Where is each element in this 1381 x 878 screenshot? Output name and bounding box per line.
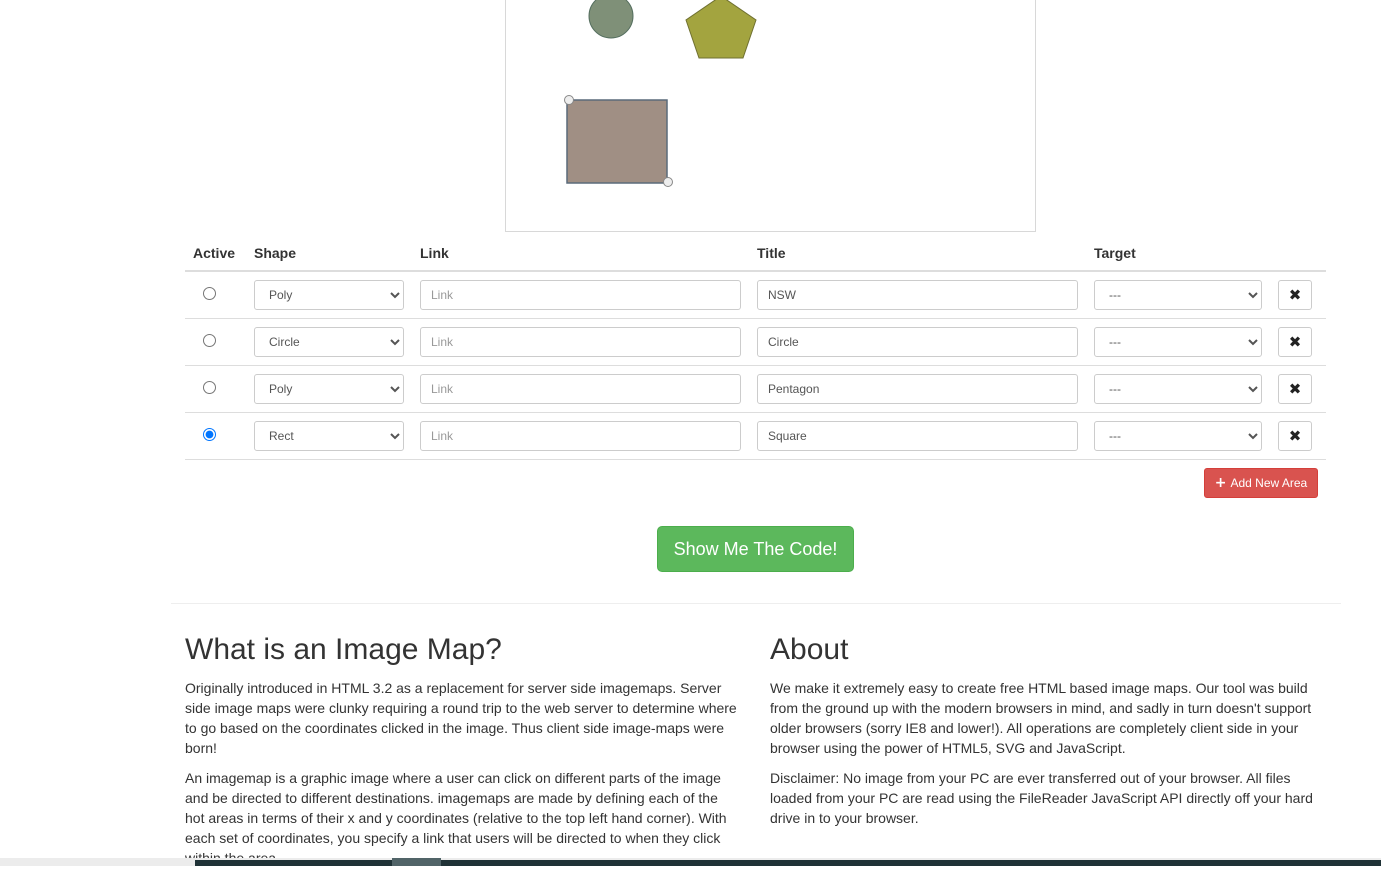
- title-input[interactable]: [757, 280, 1078, 310]
- image-map-canvas[interactable]: [505, 0, 1036, 232]
- shape-cell: RectCirclePoly: [246, 271, 412, 319]
- about-heading: About: [770, 633, 849, 666]
- link-cell: [412, 271, 749, 319]
- shape-select[interactable]: RectCirclePoly: [254, 421, 404, 451]
- link-cell: [412, 412, 749, 460]
- table-row: RectCirclePoly --- ✖: [185, 412, 1326, 460]
- delete-area-button[interactable]: ✖: [1278, 421, 1312, 451]
- title-cell: [749, 365, 1086, 413]
- active-radio[interactable]: [203, 287, 216, 300]
- what-is-image-map-paragraph-1: Originally introduced in HTML 3.2 as a r…: [185, 680, 737, 756]
- show-code-button[interactable]: Show Me The Code!: [657, 526, 854, 572]
- title-input[interactable]: [757, 374, 1078, 404]
- active-cell: [185, 318, 246, 366]
- target-cell: ---: [1086, 318, 1270, 366]
- header-target: Target: [1086, 236, 1270, 272]
- link-input[interactable]: [420, 327, 741, 357]
- header-delete: [1270, 236, 1326, 272]
- link-cell: [412, 365, 749, 413]
- table-row: RectCirclePoly --- ✖: [185, 365, 1326, 413]
- shape-select[interactable]: RectCirclePoly: [254, 327, 404, 357]
- what-is-image-map-paragraph-2: An imagemap is a graphic image where a u…: [185, 770, 727, 866]
- target-select[interactable]: ---: [1094, 327, 1262, 357]
- link-input[interactable]: [420, 421, 741, 451]
- section-divider: [171, 603, 1341, 604]
- shape-cell: RectCirclePoly: [246, 365, 412, 413]
- link-cell: [412, 318, 749, 366]
- what-is-image-map-section: What is an Image Map? Originally introdu…: [185, 632, 740, 878]
- target-cell: ---: [1086, 271, 1270, 319]
- link-input[interactable]: [420, 374, 741, 404]
- what-is-image-map-heading: What is an Image Map?: [185, 633, 502, 666]
- table-row: RectCirclePoly --- ✖: [185, 271, 1326, 319]
- pentagon-area-shape[interactable]: [685, 0, 757, 59]
- delete-area-button[interactable]: ✖: [1278, 327, 1312, 357]
- delete-cell: ✖: [1270, 271, 1326, 319]
- rect-area-shape[interactable]: [566, 99, 668, 184]
- active-cell: [185, 365, 246, 413]
- shape-select[interactable]: RectCirclePoly: [254, 280, 404, 310]
- circle-area-shape[interactable]: [588, 0, 634, 39]
- target-cell: ---: [1086, 365, 1270, 413]
- table-row: RectCirclePoly --- ✖: [185, 318, 1326, 366]
- title-cell: [749, 318, 1086, 366]
- shape-select[interactable]: RectCirclePoly: [254, 374, 404, 404]
- header-title: Title: [749, 236, 1086, 272]
- active-radio[interactable]: [203, 428, 216, 441]
- add-new-area-button[interactable]: + Add New Area: [1204, 468, 1318, 498]
- active-radio[interactable]: [203, 381, 216, 394]
- areas-table: Active Shape Link Title Target RectCircl…: [185, 236, 1326, 460]
- times-icon: ✖: [1288, 333, 1302, 351]
- active-radio[interactable]: [203, 334, 216, 347]
- active-cell: [185, 412, 246, 460]
- header-shape: Shape: [246, 236, 412, 272]
- delete-cell: ✖: [1270, 412, 1326, 460]
- header-active: Active: [185, 236, 246, 272]
- target-cell: ---: [1086, 412, 1270, 460]
- delete-cell: ✖: [1270, 318, 1326, 366]
- about-paragraph-1: We make it extremely easy to create free…: [770, 680, 1312, 756]
- shapes-layer[interactable]: [506, 0, 1037, 232]
- taskbar-strip: [195, 860, 1381, 866]
- table-header-row: Active Shape Link Title Target: [185, 236, 1326, 272]
- times-icon: ✖: [1288, 286, 1302, 304]
- header-link: Link: [412, 236, 749, 272]
- target-select[interactable]: ---: [1094, 421, 1262, 451]
- rect-resize-handle-bottom-right[interactable]: [663, 177, 673, 187]
- about-paragraph-2: Disclaimer: No image from your PC are ev…: [770, 770, 1313, 826]
- times-icon: ✖: [1288, 380, 1302, 398]
- link-input[interactable]: [420, 280, 741, 310]
- shape-cell: RectCirclePoly: [246, 412, 412, 460]
- target-select[interactable]: ---: [1094, 374, 1262, 404]
- shape-cell: RectCirclePoly: [246, 318, 412, 366]
- title-input[interactable]: [757, 327, 1078, 357]
- rect-resize-handle-top-left[interactable]: [564, 95, 574, 105]
- target-select[interactable]: ---: [1094, 280, 1262, 310]
- delete-area-button[interactable]: ✖: [1278, 280, 1312, 310]
- add-new-area-label: Add New Area: [1230, 476, 1308, 490]
- times-icon: ✖: [1288, 427, 1302, 445]
- active-cell: [185, 271, 246, 319]
- delete-cell: ✖: [1270, 365, 1326, 413]
- delete-area-button[interactable]: ✖: [1278, 374, 1312, 404]
- horizontal-scrollbar-thumb[interactable]: [392, 858, 441, 866]
- title-cell: [749, 271, 1086, 319]
- title-input[interactable]: [757, 421, 1078, 451]
- about-section: About We make it extremely easy to creat…: [770, 632, 1325, 838]
- plus-icon: +: [1214, 475, 1227, 491]
- title-cell: [749, 412, 1086, 460]
